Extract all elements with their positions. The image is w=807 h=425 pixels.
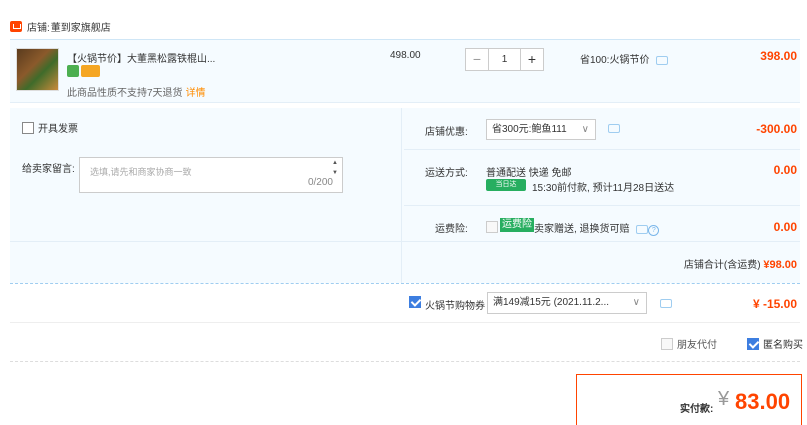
shipping-value: 0.00 xyxy=(773,163,797,177)
shipping-method: 普通配送 快递 免邮 xyxy=(486,168,572,179)
shop-total-row xyxy=(10,241,800,282)
quantity-stepper: − 1 + xyxy=(465,48,544,71)
delivery-estimate: 15:30前付款, 预计11月28日送达 xyxy=(532,183,675,194)
shop-name-link[interactable]: 董到家旗舰店 xyxy=(51,19,111,34)
insurance-label: 运费险: xyxy=(435,224,468,235)
friend-pay-checkbox[interactable] xyxy=(661,337,673,350)
chevron-down-icon: ∨ xyxy=(581,124,589,135)
anonymous-purchase-label: 匿名购买 xyxy=(763,340,803,351)
coupon-checkbox[interactable] xyxy=(409,296,421,308)
chat-icon[interactable] xyxy=(608,124,620,133)
product-title-link[interactable]: 【火锅节价】大董黑松露铁棍山... xyxy=(67,50,215,65)
seller-message-textarea[interactable]: 选填,请先和商家协商一致 0/200 xyxy=(79,157,343,193)
item-saving-text: 省100:火锅节价 xyxy=(580,55,650,66)
friend-pay-option[interactable]: 朋友代付 xyxy=(661,336,717,351)
shop-discount-value: -300.00 xyxy=(756,122,797,136)
product-thumbnail[interactable] xyxy=(16,48,59,91)
return-policy-details-link[interactable]: 详情 xyxy=(186,88,206,99)
shop-total: 店铺合计(含运费) ¥98.00 xyxy=(684,256,797,271)
invoice-option[interactable]: 开具发票 xyxy=(22,120,78,135)
same-day-delivery-badge: 当日达 xyxy=(486,179,526,191)
card-badge-icon xyxy=(81,65,100,77)
item-saving: 省100:火锅节价 xyxy=(580,51,669,66)
shop-total-value: ¥98.00 xyxy=(763,259,797,271)
service-badge-icon xyxy=(67,65,79,77)
coupon-label: 火锅节购物券 xyxy=(425,301,485,312)
chat-icon[interactable] xyxy=(656,55,669,65)
shipping-label: 运送方式: xyxy=(425,168,468,179)
item-subtotal: 398.00 xyxy=(760,49,797,63)
coupon-value: ¥ -15.00 xyxy=(752,297,797,311)
anonymous-purchase-checkbox[interactable] xyxy=(747,337,759,350)
insurance-text: 卖家赠送, 退换货可赔 ? xyxy=(534,220,660,236)
shop-discount-select[interactable]: 省300元:鲍鱼111 ∨ xyxy=(486,119,596,140)
invoice-checkbox[interactable] xyxy=(22,121,34,134)
friend-pay-label: 朋友代付 xyxy=(677,340,717,351)
increase-quantity-button[interactable]: + xyxy=(521,49,543,70)
textarea-scrollbar[interactable] xyxy=(332,160,340,180)
shop-discount-label: 店铺优惠: xyxy=(425,127,468,138)
invoice-label: 开具发票 xyxy=(38,124,78,135)
message-placeholder: 选填,请先和商家协商一致 xyxy=(90,167,192,177)
payment-amount: 83.00 xyxy=(735,389,791,414)
decrease-quantity-button[interactable]: − xyxy=(466,49,488,70)
row-divider xyxy=(404,205,800,206)
unit-price: 498.00 xyxy=(390,50,421,61)
chevron-down-icon: ∨ xyxy=(632,297,640,308)
coupon-select[interactable]: 满149减15元 (2021.11.2... ∨ xyxy=(487,292,647,314)
help-icon[interactable]: ? xyxy=(648,225,660,236)
chat-icon[interactable] xyxy=(636,224,649,234)
shop-discount-selected: 省300元:鲍鱼111 xyxy=(492,124,567,135)
anonymous-purchase-option[interactable]: 匿名购买 xyxy=(747,336,803,351)
currency-symbol: ¥ xyxy=(718,388,730,410)
section-divider xyxy=(10,283,800,284)
payment-label: 实付款: xyxy=(680,404,714,415)
message-char-count: 0/200 xyxy=(307,177,333,188)
insurance-checkbox xyxy=(486,221,498,233)
row-divider xyxy=(404,149,800,150)
chat-icon[interactable] xyxy=(660,299,672,308)
quantity-input[interactable]: 1 xyxy=(488,49,521,70)
shop-label: 店铺: xyxy=(27,22,50,34)
return-policy-note: 此商品性质不支持7天退货 详情 xyxy=(67,84,206,99)
insurance-badge: 运费险 xyxy=(500,218,534,232)
insurance-value: 0.00 xyxy=(773,220,797,234)
return-policy-text: 此商品性质不支持7天退货 xyxy=(67,88,183,99)
shop-total-label: 店铺合计(含运费) xyxy=(683,260,761,271)
shop-icon xyxy=(10,20,22,32)
divider xyxy=(10,361,800,362)
shop-header: 店铺: 董到家旗舰店 xyxy=(10,19,111,34)
coupon-selected: 满149减15元 (2021.11.2... xyxy=(493,297,609,308)
message-label: 给卖家留言: xyxy=(22,164,75,175)
insurance-description: 卖家赠送, 退换货可赔 xyxy=(534,224,630,235)
divider xyxy=(10,322,800,323)
